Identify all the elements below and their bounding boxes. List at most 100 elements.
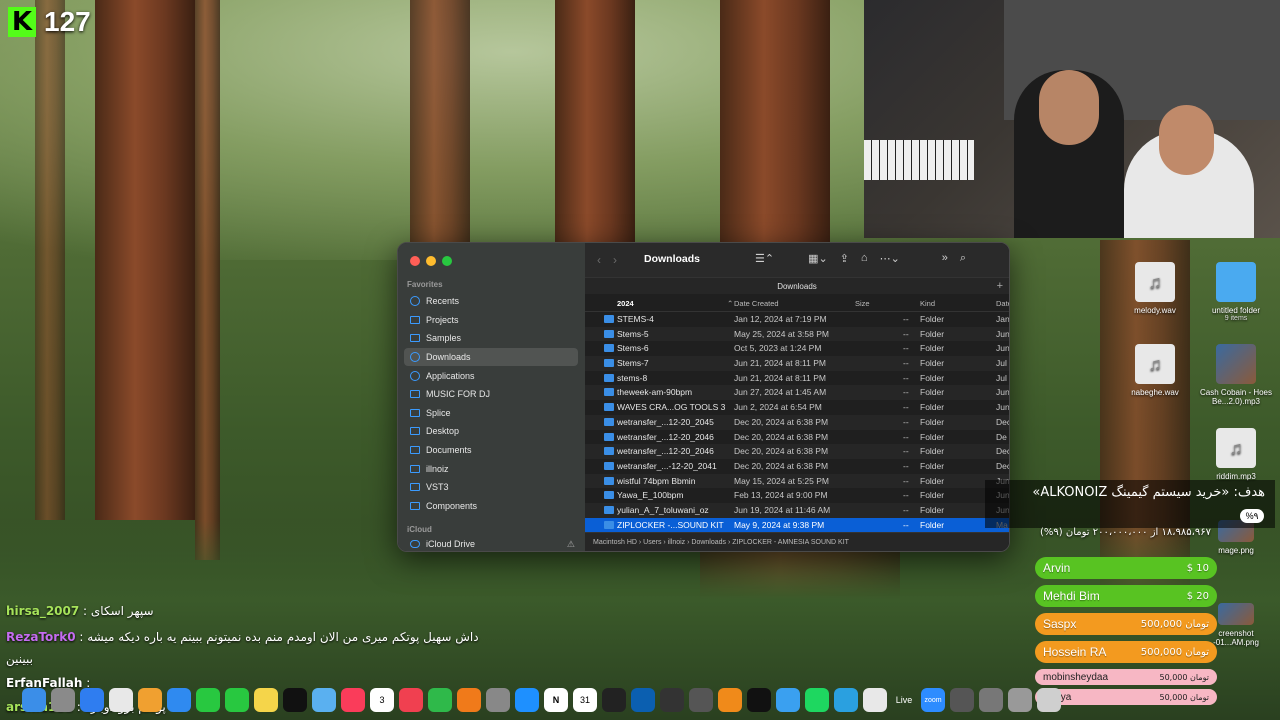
sidebar-item-documents[interactable]: Documents (404, 441, 578, 460)
chrome-icon[interactable] (109, 688, 133, 712)
news-icon[interactable] (399, 688, 423, 712)
sidebar-item-icloud-drive[interactable]: iCloud Drive (410, 539, 475, 549)
other3-icon[interactable] (1008, 688, 1032, 712)
cell-date: Jun 27, 2024 at 1:45 AM (734, 387, 827, 398)
unity-icon[interactable] (660, 688, 684, 712)
sidebar-item-recents[interactable]: Recents (404, 292, 578, 311)
more-icon[interactable]: ⋯⌄ (880, 252, 900, 265)
table-row[interactable]: Stems-7 Jun 21, 2024 at 8:11 PM -- Folder Ju… (585, 356, 1009, 371)
download-icon (410, 352, 420, 363)
messages-icon[interactable] (225, 688, 249, 712)
icloud-label: iCloud (407, 525, 432, 534)
facetime-icon[interactable] (196, 688, 220, 712)
column-name[interactable]: 2024 (617, 299, 634, 308)
calendar31-icon[interactable]: 31 (573, 688, 597, 712)
cell-size: -- (903, 372, 909, 383)
appstore-icon[interactable] (515, 688, 539, 712)
sidebar-item-vst3[interactable]: VST3 (404, 478, 578, 497)
files-icon[interactable] (776, 688, 800, 712)
table-row[interactable]: wetransfer_...12-20_2046 Dec 20, 2024 at … (585, 430, 1009, 445)
desktop-file[interactable]: ♫ melody.wav (1115, 262, 1195, 315)
other2-icon[interactable] (979, 688, 1003, 712)
notes-icon[interactable] (254, 688, 278, 712)
waves-icon[interactable] (631, 688, 655, 712)
table-row[interactable]: WAVES CRA...OG TOOLS 3 Jun 2, 2024 at 6:5… (585, 400, 1009, 415)
capcut-icon[interactable] (747, 688, 771, 712)
sidebar-item-components[interactable]: Components (404, 497, 578, 516)
spotify-icon[interactable] (805, 688, 829, 712)
table-row[interactable]: ZIPLOCKER -...SOUND KIT May 9, 2024 at 9:… (585, 517, 1009, 533)
sidebar-item-projects[interactable]: Projects (404, 311, 578, 330)
music-icon[interactable] (341, 688, 365, 712)
desktop-file[interactable]: Cash Cobain - Hoes Be...2.0).mp3 (1196, 344, 1276, 406)
trash-icon[interactable] (1037, 688, 1061, 712)
pen-icon[interactable] (863, 688, 887, 712)
photos-icon[interactable] (138, 688, 162, 712)
share-icon[interactable]: ⇪ (840, 252, 849, 265)
launchpad-icon[interactable] (51, 688, 75, 712)
list-view-icon[interactable]: ☰⌃ (755, 252, 774, 265)
telegram-icon[interactable] (834, 688, 858, 712)
pages-icon[interactable] (457, 688, 481, 712)
table-row[interactable]: theweek-am-90bpm Jun 27, 2024 at 1:45 AM -… (585, 385, 1009, 401)
safari-icon[interactable] (80, 688, 104, 712)
desktop-file[interactable]: ♫ nabeghe.wav (1115, 344, 1195, 397)
table-row[interactable]: STEMS-4 Jan 12, 2024 at 7:19 PM -- Folder Ja… (585, 312, 1009, 327)
tag-icon[interactable]: ⌂ (861, 252, 868, 265)
sidebar-item-desktop[interactable]: Desktop (404, 422, 578, 441)
settings-icon[interactable] (486, 688, 510, 712)
minimize-button[interactable] (426, 256, 436, 266)
table-row[interactable]: yulian_A_7_toluwani_oz Jun 19, 2024 at 11… (585, 502, 1009, 518)
notion-icon[interactable]: N (544, 688, 568, 712)
live-icon[interactable]: Live (892, 688, 916, 712)
table-row[interactable]: wistful 74bpm Bbmin May 15, 2024 at 5:25 … (585, 473, 1009, 489)
table-row[interactable]: wetransfer_...-12-20_2041 Dec 20, 2024 at… (585, 459, 1009, 474)
sidebar-item-label: MUSIC FOR DJ (426, 389, 490, 400)
chat-message: hirsa_2007 : سپهر اسکای (6, 604, 154, 618)
table-row[interactable]: Stems-5 May 25, 2024 at 3:58 PM -- Folder Ju… (585, 326, 1009, 342)
table-row[interactable]: wetransfer_...12-20_2046 Dec 20, 2024 at … (585, 444, 1009, 459)
column-kind[interactable]: Kind (920, 299, 935, 308)
sidebar-item-downloads[interactable]: Downloads (404, 347, 578, 367)
search-icon[interactable]: ⌕ (960, 252, 966, 265)
close-button[interactable] (410, 256, 420, 266)
cell-kind: Folder (920, 431, 945, 442)
finder-window[interactable]: Favorites Recents Projects Samples Download… (397, 242, 1010, 552)
nav-arrows[interactable]: ‹› (597, 253, 629, 267)
cell-kind: Folder (920, 490, 945, 501)
add-tab-icon[interactable]: + (997, 278, 1003, 295)
maschine-icon[interactable] (602, 688, 626, 712)
donation-item: mobinsheydaa 50,000 تومان (1035, 669, 1217, 685)
table-row[interactable]: wetransfer_...12-20_2045 Dec 20, 2024 at … (585, 414, 1009, 430)
column-date[interactable]: Date Created (734, 299, 779, 308)
donation-amount: 50,000 تومان (1159, 672, 1209, 682)
table-row[interactable]: Yawa_E_100bpm Feb 13, 2024 at 9:00 PM -- Fo… (585, 488, 1009, 503)
goal-title: هدف: «خرید سیستم گیمینگ ALKONOIZ» (1032, 485, 1265, 500)
column-size[interactable]: Size (855, 299, 870, 308)
mail-icon[interactable] (167, 688, 191, 712)
appletv-icon[interactable] (283, 688, 307, 712)
sidebar-item-music-for-dj[interactable]: MUSIC FOR DJ (404, 385, 578, 404)
desktop-file[interactable]: untitled folder 9 items (1196, 262, 1276, 322)
column-extra[interactable]: Date (996, 299, 1009, 308)
sidebar-item-applications[interactable]: Applications (404, 366, 578, 385)
fl-studio-icon[interactable] (718, 688, 742, 712)
logic-icon[interactable] (689, 688, 713, 712)
folder-icon[interactable] (312, 688, 336, 712)
table-row[interactable]: stems-8 Jun 21, 2024 at 8:11 PM -- Folder Ju… (585, 371, 1009, 386)
desktop-file[interactable]: ♫ riddim.mp3 (1196, 428, 1276, 481)
desktop-file-sublabel: 9 items (1224, 315, 1248, 322)
zoom-button[interactable] (442, 256, 452, 266)
zoom-icon[interactable]: zoom (921, 688, 945, 712)
sidebar-item-samples[interactable]: Samples (404, 329, 578, 348)
expand-icon[interactable]: » (942, 252, 948, 265)
cell-name: ZIPLOCKER -...SOUND KIT (617, 519, 724, 530)
sidebar-item-illnoiz[interactable]: illnoiz (404, 459, 578, 478)
sidebar-item-splice[interactable]: Splice (404, 404, 578, 423)
group-icon[interactable]: ▦⌄ (808, 252, 828, 265)
other-icon[interactable] (950, 688, 974, 712)
numbers-icon[interactable] (428, 688, 452, 712)
finder-icon[interactable] (22, 688, 46, 712)
calendar-icon[interactable]: 3 (370, 688, 394, 712)
table-row[interactable]: Stems-6 Oct 5, 2023 at 1:24 PM -- Folder Jun (585, 341, 1009, 356)
